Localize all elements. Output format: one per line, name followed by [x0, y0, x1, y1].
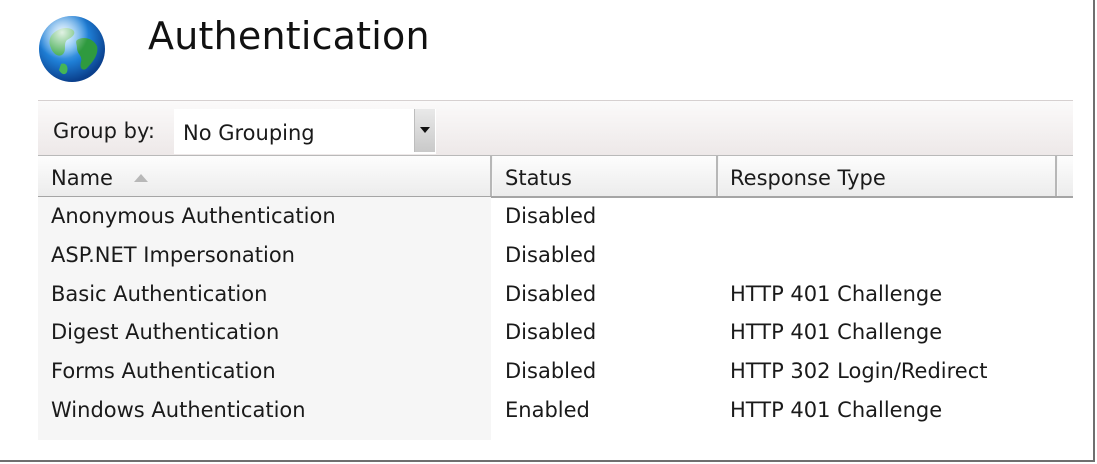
table-row[interactable]: Basic Authentication Disabled HTTP 401 C…	[38, 276, 1073, 314]
table-row[interactable]: Digest Authentication Disabled HTTP 401 …	[38, 314, 1073, 352]
column-header-response-type-label: Response Type	[730, 166, 886, 190]
row-name: Basic Authentication	[51, 282, 268, 306]
group-by-label: Group by:	[53, 119, 155, 143]
table-row[interactable]: Anonymous Authentication Disabled	[38, 198, 1073, 236]
row-status: Disabled	[505, 320, 597, 344]
row-status: Disabled	[505, 359, 597, 383]
column-header-response-type[interactable]: Response Type	[719, 156, 1055, 196]
row-response-type: HTTP 302 Login/Redirect	[730, 359, 988, 383]
row-status: Enabled	[505, 398, 590, 422]
row-name: Forms Authentication	[51, 359, 276, 383]
column-header-status-label: Status	[505, 166, 572, 190]
row-status: Disabled	[505, 204, 597, 228]
table-row[interactable]: ASP.NET Impersonation Disabled	[38, 237, 1073, 275]
group-by-dropdown[interactable]: No Grouping	[174, 109, 436, 154]
column-header-name[interactable]: Name	[38, 156, 490, 196]
row-name: Digest Authentication	[51, 320, 280, 344]
column-header-status[interactable]: Status	[493, 156, 716, 196]
group-by-value: No Grouping	[183, 121, 315, 145]
chevron-down-icon[interactable]	[414, 109, 435, 152]
table-row[interactable]: Forms Authentication Disabled HTTP 302 L…	[38, 353, 1073, 391]
page-title: Authentication	[148, 14, 430, 58]
row-response-type: HTTP 401 Challenge	[730, 282, 943, 306]
table-row[interactable]: Windows Authentication Enabled HTTP 401 …	[38, 392, 1073, 430]
row-status: Disabled	[505, 282, 597, 306]
globe-icon	[37, 14, 107, 84]
column-header-name-label: Name	[51, 166, 113, 190]
row-response-type: HTTP 401 Challenge	[730, 398, 943, 422]
row-response-type: HTTP 401 Challenge	[730, 320, 943, 344]
column-divider[interactable]	[1055, 156, 1058, 196]
row-name: Windows Authentication	[51, 398, 306, 422]
table-header: Name Status Response Type	[38, 155, 1073, 198]
row-name: ASP.NET Impersonation	[51, 243, 295, 267]
row-name: Anonymous Authentication	[51, 204, 336, 228]
row-status: Disabled	[505, 243, 597, 267]
group-by-toolbar: Group by: No Grouping	[38, 100, 1073, 156]
sort-ascending-icon	[134, 174, 148, 182]
